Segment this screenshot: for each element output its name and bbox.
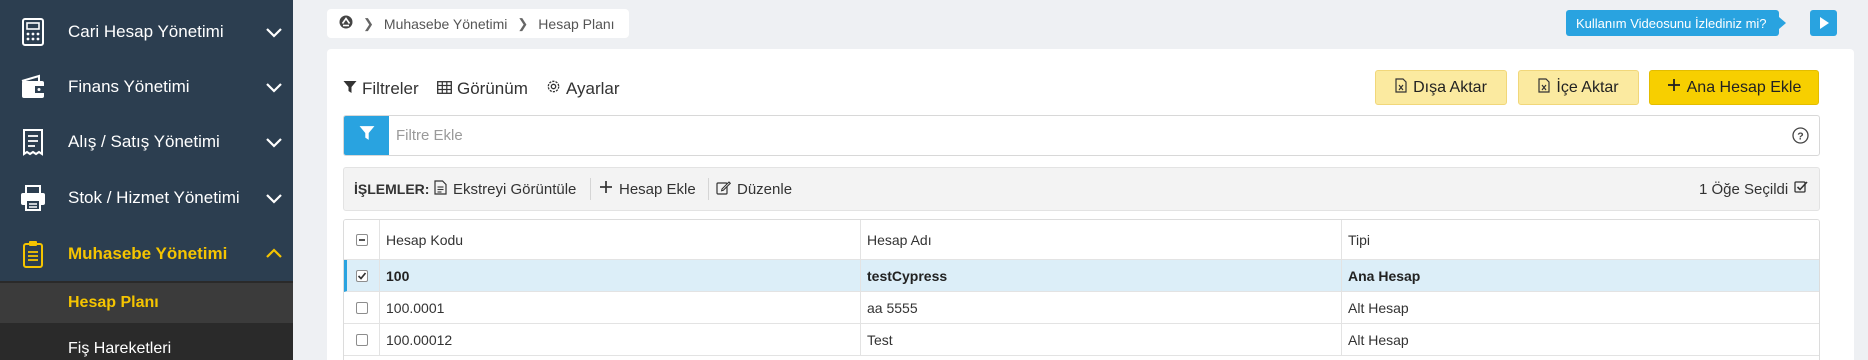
sidebar-item-cari-hesap[interactable]: Cari Hesap Yönetimi [0,4,293,59]
select-all-checkbox[interactable] [344,220,379,259]
sidebar: Cari Hesap Yönetimi Finans Yönetimi Alış… [0,0,293,360]
svg-text:?: ? [1797,130,1803,142]
plus-icon [599,180,613,198]
sidebar-item-label: Alış / Satış Yönetimi [68,131,220,151]
cell-name: Test [860,324,1341,355]
export-button[interactable]: Dışa Aktar [1375,70,1507,105]
add-account-button[interactable]: Hesap Ekle [599,168,696,210]
import-label: İçe Aktar [1556,78,1619,96]
divider [708,178,709,200]
row-checkbox[interactable] [344,260,379,291]
view-label: Görünüm [457,79,528,98]
clipboard-icon [18,239,48,269]
cell-code: 100 [379,260,860,291]
chevron-down-icon [263,131,285,153]
settings-toggle[interactable]: Ayarlar [546,78,620,100]
table-row[interactable]: 100.00012 Test Alt Hesap [344,324,1819,356]
view-toggle[interactable]: Görünüm [437,78,528,100]
cell-name: testCypress [860,260,1341,291]
table-row[interactable]: 100.0001 aa 5555 Alt Hesap [344,292,1819,324]
excel-file-icon [1538,77,1550,98]
accounts-table: Hesap Kodu Hesap Adı Tipi 100 testCypres… [343,219,1820,360]
breadcrumb: ❯ Muhasebe Yönetimi ❯ Hesap Planı [327,9,629,38]
calculator-icon [18,17,48,47]
column-header-name[interactable]: Hesap Adı [860,220,1341,259]
chevron-right-icon: ❯ [517,15,529,31]
checkbox-checked-icon [1794,180,1808,198]
chevron-right-icon: ❯ [363,15,374,31]
column-header-type[interactable]: Tipi [1341,220,1819,259]
checkbox-checked-icon [355,269,368,282]
cell-type: Alt Hesap [1341,292,1819,323]
sidebar-item-label: Finans Yönetimi [68,76,190,96]
sidebar-subitem-hesap-plani[interactable]: Hesap Planı [0,283,293,323]
add-main-account-label: Ana Hesap Ekle [1686,78,1802,96]
sidebar-subitem-fis-hareketleri[interactable]: Fiş Hareketleri [0,329,293,360]
checkbox-indeterminate-icon [355,233,368,246]
column-header-code[interactable]: Hesap Kodu [379,220,860,259]
receipt-icon [18,127,48,157]
edit-label: Düzenle [737,180,793,198]
play-icon[interactable] [1810,10,1837,36]
gear-icon [546,79,561,99]
plus-icon [1667,78,1681,97]
row-checkbox[interactable] [344,292,379,323]
chevron-down-icon [263,187,285,209]
sidebar-submenu: Hesap Planı Fiş Hareketleri [0,281,293,360]
breadcrumb-link[interactable]: Muhasebe Yönetimi [384,16,507,32]
edit-icon [716,180,732,199]
sidebar-item-label: Stok / Hizmet Yönetimi [68,187,240,207]
chevron-down-icon [263,76,285,98]
sidebar-subitem-label: Fiş Hareketleri [68,340,172,357]
selected-count-text: 1 Öğe Seçildi [1699,180,1789,198]
selected-count: 1 Öğe Seçildi [1699,168,1808,210]
checkbox-empty-icon [355,333,368,346]
sidebar-item-label: Muhasebe Yönetimi [68,243,228,263]
filter-bar: ? [343,115,1820,156]
cell-code: 100.0001 [379,292,860,323]
home-icon[interactable] [339,15,353,32]
breadcrumb-current: Hesap Planı [538,15,615,32]
view-statement-label: Ekstreyi Görüntüle [453,180,577,198]
add-account-label: Hesap Ekle [619,180,696,198]
table-header-row: Hesap Kodu Hesap Adı Tipi [344,220,1819,260]
sidebar-item-alis-satis[interactable]: Alış / Satış Yönetimi [0,114,293,169]
view-statement-button[interactable]: Ekstreyi Görüntüle [434,168,576,210]
cell-type: Alt Hesap [1341,324,1819,355]
sidebar-subitem-label: Hesap Planı [68,294,159,311]
sidebar-item-muhasebe[interactable]: Muhasebe Yönetimi [0,226,293,281]
printer-icon [18,183,48,213]
add-main-account-button[interactable]: Ana Hesap Ekle [1649,70,1819,105]
chevron-down-icon [263,21,285,43]
actions-bar: İŞLEMLER: Ekstreyi Görüntüle Hesap Ekle … [343,167,1820,211]
checkbox-empty-icon [355,301,368,314]
funnel-icon [359,125,375,146]
cell-type: Ana Hesap [1341,260,1819,291]
filters-toggle[interactable]: Filtreler [343,78,419,100]
wallet-icon [18,72,48,102]
sidebar-item-label: Cari Hesap Yönetimi [68,21,224,41]
excel-file-icon [1395,77,1407,98]
help-icon[interactable]: ? [1792,127,1809,144]
table-row[interactable]: 100 testCypress Ana Hesap [344,260,1819,292]
edit-button[interactable]: Düzenle [716,168,792,210]
sidebar-item-finans[interactable]: Finans Yönetimi [0,59,293,114]
funnel-icon [343,79,357,99]
divider [590,178,591,200]
table-icon [437,79,452,99]
filter-button[interactable] [344,116,389,155]
sidebar-item-stok-hizmet[interactable]: Stok / Hizmet Yönetimi [0,170,293,225]
cell-name: aa 5555 [860,292,1341,323]
filter-input[interactable] [396,121,1736,150]
cell-code: 100.00012 [379,324,860,355]
settings-label: Ayarlar [566,79,620,98]
document-icon [434,179,447,199]
export-label: Dışa Aktar [1413,78,1487,96]
row-checkbox[interactable] [344,324,379,355]
filters-label: Filtreler [362,79,419,98]
chevron-up-icon [263,243,285,265]
import-button[interactable]: İçe Aktar [1518,70,1639,105]
actions-label: İŞLEMLER: [354,181,430,197]
video-tutorial-link[interactable]: Kullanım Videosunu İzlediniz mi? [1566,10,1786,36]
